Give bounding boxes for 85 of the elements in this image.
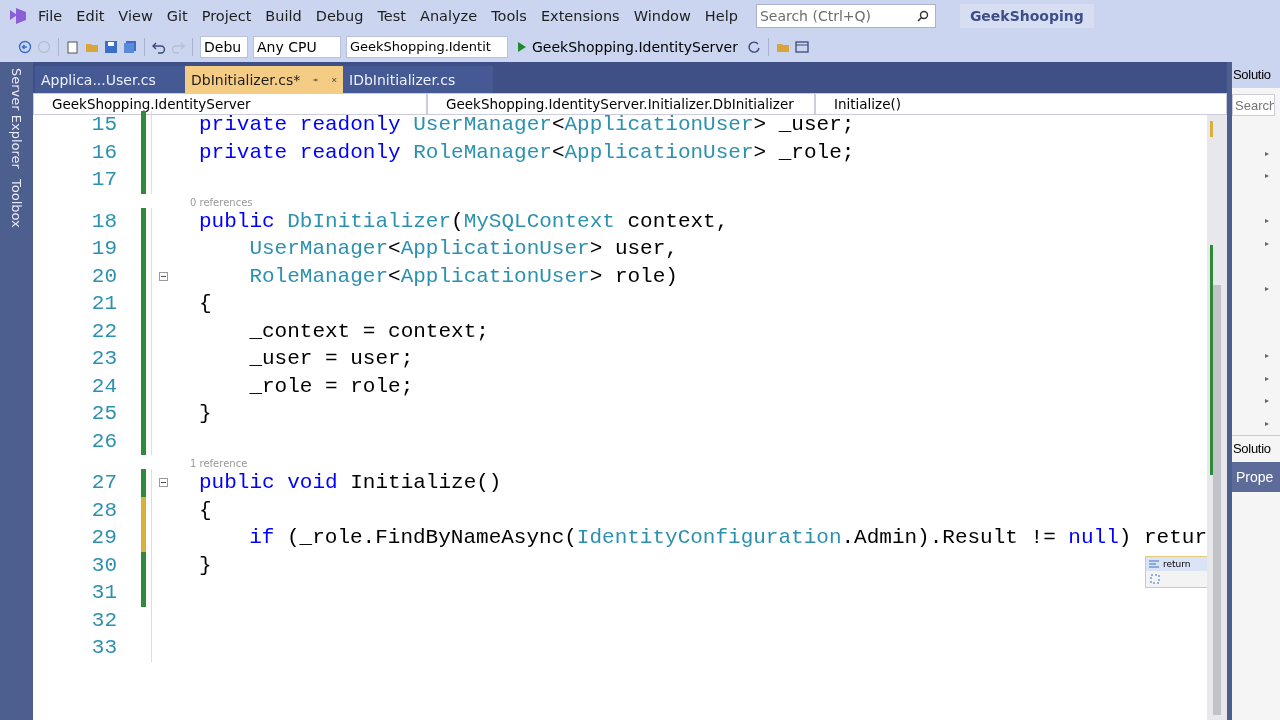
- code-line: RoleManager<ApplicationUser> role): [249, 264, 678, 288]
- line-number: 28: [90, 498, 117, 522]
- menu-item[interactable]: Build: [265, 8, 302, 24]
- expander-icon[interactable]: [1264, 218, 1270, 225]
- code-line: _role = role;: [249, 374, 414, 398]
- configuration-dropdown[interactable]: Debu: [200, 36, 248, 58]
- panel-title: Solutio: [1232, 62, 1280, 88]
- new-item-icon[interactable]: [66, 40, 80, 54]
- line-number: 27: [90, 471, 117, 495]
- app-logo-icon: [8, 6, 28, 26]
- line-number: 32: [90, 608, 117, 632]
- code-line: {: [199, 498, 212, 522]
- code-line: {: [199, 292, 212, 316]
- save-icon[interactable]: [104, 40, 118, 54]
- code-line: _context = context;: [249, 319, 489, 343]
- play-icon: [517, 41, 527, 53]
- code-line: }: [199, 402, 212, 426]
- search-field[interactable]: Search (Ctrl+Q): [755, 4, 936, 28]
- line-number: 17: [90, 168, 117, 192]
- expander-icon[interactable]: [1264, 240, 1270, 247]
- code-line: UserManager<ApplicationUser> user,: [249, 237, 678, 261]
- snippet-icon: [1148, 559, 1160, 569]
- refresh-icon[interactable]: [746, 40, 761, 54]
- solution-name: GeekShooping: [959, 4, 1094, 28]
- menu-item[interactable]: Debug: [315, 8, 364, 24]
- menu-item[interactable]: View: [118, 8, 153, 24]
- collapse-icon[interactable]: [159, 478, 168, 488]
- line-number: 15: [90, 113, 117, 137]
- line-number: 24: [90, 374, 117, 398]
- platform-dropdown[interactable]: Any CPU: [253, 36, 341, 58]
- menu-item[interactable]: Extensions: [540, 8, 620, 24]
- startup-project-dropdown[interactable]: GeekShopping.Identit: [346, 36, 508, 58]
- code-line: public DbInitializer(MySQLContext context,: [199, 209, 729, 233]
- code-line: if (_role.FindByNameAsync(IdentityConfiguration.Admin).Result != null) retur: [249, 526, 1207, 550]
- run-button[interactable]: GeekShopping.IdentityServer: [513, 39, 742, 55]
- code-line: public void Initialize(): [199, 471, 502, 495]
- document-tab[interactable]: Applica...User.cs: [35, 66, 185, 93]
- expander-icon[interactable]: [1264, 398, 1270, 405]
- menu-item[interactable]: Test: [377, 8, 406, 24]
- save-all-icon[interactable]: [123, 40, 137, 54]
- code-line: private readonly RoleManager<ApplicationUser> _role;: [199, 140, 855, 164]
- expander-icon[interactable]: [1264, 375, 1270, 382]
- line-number: 20: [90, 264, 117, 288]
- line-number: 23: [90, 347, 117, 371]
- undo-icon[interactable]: [152, 40, 166, 54]
- side-panel-tab[interactable]: Toolbox: [9, 178, 24, 228]
- menu-item[interactable]: Analyze: [420, 8, 478, 24]
- menu-item[interactable]: Window: [633, 8, 691, 24]
- panel-title: Prope: [1232, 462, 1280, 492]
- document-tab[interactable]: DbInitializer.cs*: [185, 66, 343, 93]
- side-panel-tab[interactable]: Server Explorer: [9, 68, 24, 169]
- line-number: 30: [90, 553, 117, 577]
- expander-icon[interactable]: [1264, 285, 1270, 292]
- line-number: 18: [90, 209, 117, 233]
- menu-item[interactable]: Edit: [76, 8, 105, 24]
- line-number: 16: [90, 140, 117, 164]
- line-number: 33: [90, 636, 117, 660]
- line-number: 29: [90, 526, 117, 550]
- line-number: 26: [90, 429, 117, 453]
- back-icon[interactable]: [18, 40, 32, 54]
- project-dropdown[interactable]: GeekShopping.IdentityServer: [33, 93, 427, 115]
- scrollbar[interactable]: [1207, 115, 1227, 720]
- menu-item[interactable]: File: [38, 8, 63, 24]
- line-number: 21: [90, 292, 117, 316]
- window-icon[interactable]: [794, 40, 809, 54]
- code-line: _user = user;: [249, 347, 414, 371]
- menu-item[interactable]: Git: [166, 8, 188, 24]
- collapse-icon[interactable]: [159, 271, 168, 281]
- type-dropdown[interactable]: GeekShopping.IdentityServer.Initializer.DbInitializer: [427, 93, 815, 115]
- expander-icon[interactable]: [1264, 173, 1270, 180]
- line-number: 22: [90, 319, 117, 343]
- expander-icon[interactable]: [1264, 150, 1270, 157]
- line-number: 31: [90, 581, 117, 605]
- document-tab[interactable]: IDbInitializer.cs: [343, 66, 493, 93]
- member-dropdown[interactable]: Initialize(): [815, 93, 1227, 115]
- menu-item[interactable]: Help: [704, 8, 738, 24]
- search-icon: [916, 10, 929, 22]
- code-line: }: [199, 553, 212, 577]
- menu-item[interactable]: Project: [201, 8, 252, 24]
- expander-icon[interactable]: [1264, 353, 1270, 360]
- expander-icon[interactable]: [1264, 420, 1270, 427]
- line-number: 25: [90, 402, 117, 426]
- code-line: private readonly UserManager<ApplicationUser> _user;: [199, 113, 855, 137]
- line-number: 19: [90, 237, 117, 261]
- menu-item[interactable]: Tools: [491, 8, 527, 24]
